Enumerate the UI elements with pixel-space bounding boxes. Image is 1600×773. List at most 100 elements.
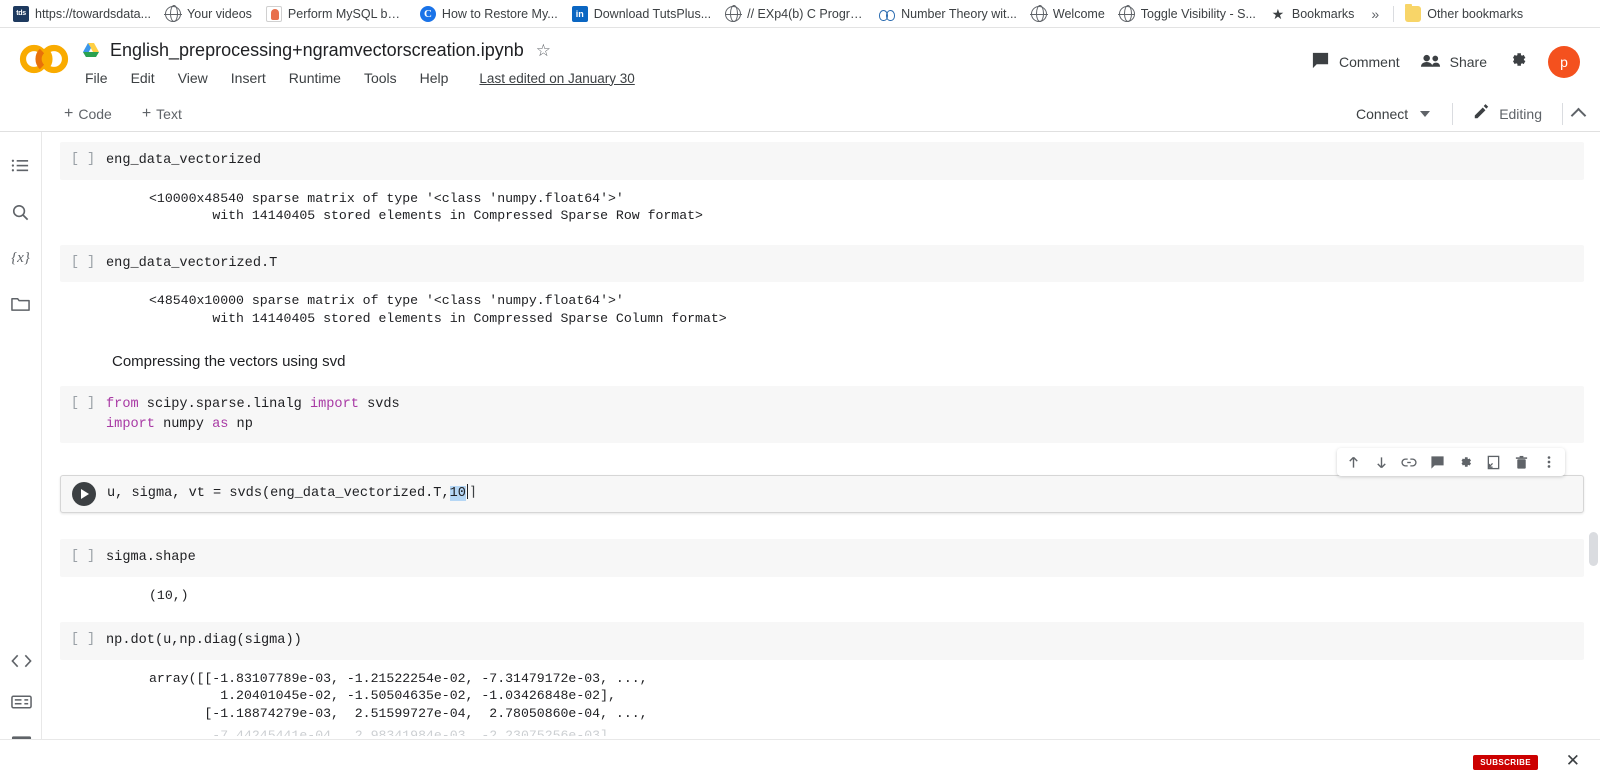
notebook-title[interactable]: English_preprocessing+ngramvectorscreati… (110, 40, 524, 61)
other-bookmarks-folder[interactable]: Other bookmarks (1398, 4, 1530, 24)
text-cursor (467, 484, 468, 499)
cell-prompt[interactable]: [ ] (60, 395, 106, 411)
connect-button[interactable]: Connect (1344, 102, 1442, 126)
code-snippets-icon[interactable] (11, 653, 32, 674)
editing-label: Editing (1499, 106, 1542, 122)
code-cell-input[interactable]: [ ] eng_data_vectorized (60, 142, 1584, 180)
share-button[interactable]: Share (1420, 53, 1487, 72)
notebook-cell[interactable]: [ ] eng_data_vectorized <10000x48540 spa… (42, 142, 1600, 235)
colab-logo[interactable] (16, 42, 72, 82)
move-cell-down-button[interactable] (1368, 451, 1394, 473)
code-cell-input[interactable]: [ ] sigma.shape (60, 539, 1584, 577)
variables-glyph: {x} (11, 250, 30, 267)
run-cell-button[interactable] (61, 482, 107, 506)
notebook-scroll-area[interactable]: [ ] eng_data_vectorized <10000x48540 spa… (42, 132, 1600, 772)
cell-prompt[interactable]: [ ] (60, 631, 106, 647)
cell-action-toolbar (1337, 448, 1565, 476)
comment-button[interactable]: Comment (1311, 51, 1400, 73)
bookmark-item[interactable]: Welcome (1024, 4, 1112, 24)
menu-insert[interactable]: Insert (229, 69, 268, 87)
scrollbar-thumb[interactable] (1589, 532, 1598, 566)
delete-cell-button[interactable] (1508, 451, 1534, 473)
menu-edit[interactable]: Edit (129, 69, 157, 87)
search-icon[interactable] (9, 200, 33, 224)
bookmark-item[interactable]: in Download TutsPlus... (565, 4, 718, 24)
menu-runtime[interactable]: Runtime (287, 69, 343, 87)
bookmark-item[interactable]: C How to Restore My... (413, 4, 565, 24)
code-cell-input[interactable]: [ ] eng_data_vectorized.T (60, 245, 1584, 283)
add-comment-button[interactable] (1424, 451, 1450, 473)
notebook-cell[interactable]: [ ] sigma.shape (10,) (42, 539, 1600, 614)
cell-output: array([[-1.83107789e-03, -1.21522254e-02… (42, 660, 1600, 733)
close-icon[interactable]: ✕ (1566, 752, 1580, 769)
markdown-cell[interactable]: Compressing the vectors using svd (42, 337, 1600, 384)
header-center: English_preprocessing+ngramvectorscreati… (72, 34, 1311, 87)
code-cell-input[interactable]: [ ] np.dot(u,np.diag(sigma)) (60, 622, 1584, 660)
code-cell-input-focused[interactable]: u, sigma, vt = svds(eng_data_vectorized.… (60, 475, 1584, 513)
cell-source[interactable]: u, sigma, vt = svds(eng_data_vectorized.… (107, 484, 478, 504)
notebook-cell[interactable]: [ ] from scipy.sparse.linalg import svds… (42, 386, 1600, 443)
files-icon[interactable] (9, 292, 33, 316)
mirror-cell-button[interactable] (1480, 451, 1506, 473)
chevron-up-icon[interactable] (1571, 108, 1587, 124)
cell-prompt[interactable]: [ ] (60, 151, 106, 167)
bookmark-item[interactable]: Your videos (158, 4, 259, 24)
bookmark-item[interactable]: // EXp4(b) C Progra... (718, 4, 872, 24)
variables-icon[interactable]: {x} (9, 246, 33, 270)
bookmark-label: https://towardsdata... (35, 7, 151, 21)
add-text-cell-button[interactable]: + Text (134, 103, 190, 125)
plus-icon: + (64, 106, 73, 122)
more-cell-actions-button[interactable] (1536, 451, 1562, 473)
notebook-toolbar: + Code + Text Connect Editing (0, 96, 1600, 132)
subscribe-badge[interactable]: SUBSCRIBE (1473, 755, 1538, 770)
tds-icon: tds (13, 6, 29, 22)
last-edited-link[interactable]: Last edited on January 30 (479, 71, 634, 86)
bookmark-label: How to Restore My... (442, 7, 558, 21)
keyword-as: as (212, 417, 228, 432)
editing-button[interactable]: Editing (1463, 100, 1552, 127)
add-code-label: Code (78, 106, 111, 122)
menu-help[interactable]: Help (418, 69, 451, 87)
toolbar-divider (1452, 103, 1453, 125)
gear-icon[interactable] (1507, 49, 1528, 75)
cell-source[interactable]: eng_data_vectorized (106, 151, 261, 171)
cell-source[interactable]: from scipy.sparse.linalg import svds imp… (106, 395, 400, 434)
ibeam-pointer: ⌉ (469, 484, 478, 504)
notebook-cell-active[interactable]: u, sigma, vt = svds(eng_data_vectorized.… (42, 475, 1600, 513)
cell-source[interactable]: sigma.shape (106, 548, 196, 568)
cell-source[interactable]: eng_data_vectorized.T (106, 254, 277, 274)
notebook-cell[interactable]: [ ] np.dot(u,np.diag(sigma)) array([[-1.… (42, 622, 1600, 732)
add-code-cell-button[interactable]: + Code (56, 103, 120, 125)
selected-text[interactable]: 10 (450, 486, 466, 501)
table-of-contents-icon[interactable] (9, 154, 33, 178)
menu-file[interactable]: File (83, 69, 110, 87)
cell-settings-button[interactable] (1452, 451, 1478, 473)
cell-prompt[interactable]: [ ] (60, 254, 106, 270)
avatar[interactable]: p (1548, 46, 1580, 78)
bookmark-item[interactable]: ★ Bookmarks (1263, 4, 1362, 24)
notebook-scrollbar[interactable] (1589, 132, 1598, 772)
move-cell-up-button[interactable] (1340, 451, 1366, 473)
bookmark-item[interactable]: Toggle Visibility - S... (1112, 4, 1263, 24)
comment-icon (1311, 51, 1330, 73)
notebook-cell[interactable]: [ ] eng_data_vectorized.T <48540x10000 s… (42, 245, 1600, 338)
bookmark-item[interactable]: Perform MySQL bac... (259, 4, 413, 24)
command-palette-icon[interactable] (11, 694, 32, 715)
module-path: scipy.sparse.linalg (139, 397, 310, 412)
link-to-cell-button[interactable] (1396, 451, 1422, 473)
colab-header: English_preprocessing+ngramvectorscreati… (0, 28, 1600, 96)
bookmark-item[interactable]: Number Theory wit... (872, 4, 1024, 24)
code-cell-input[interactable]: [ ] from scipy.sparse.linalg import svds… (60, 386, 1584, 443)
cell-source[interactable]: np.dot(u,np.diag(sigma)) (106, 631, 302, 651)
markdown-heading: Compressing the vectors using svd (42, 337, 1600, 384)
bookmarks-overflow-button[interactable]: » (1361, 4, 1389, 24)
bookmark-item[interactable]: tds https://towardsdata... (6, 4, 158, 24)
menu-view[interactable]: View (176, 69, 210, 87)
cell-prompt[interactable]: [ ] (60, 548, 106, 564)
chevron-down-icon (1420, 111, 1430, 117)
menu-tools[interactable]: Tools (362, 69, 399, 87)
globe-icon (165, 6, 181, 22)
star-icon[interactable]: ☆ (534, 40, 553, 61)
module-numpy: numpy (155, 417, 212, 432)
title-row: English_preprocessing+ngramvectorscreati… (82, 34, 1311, 66)
